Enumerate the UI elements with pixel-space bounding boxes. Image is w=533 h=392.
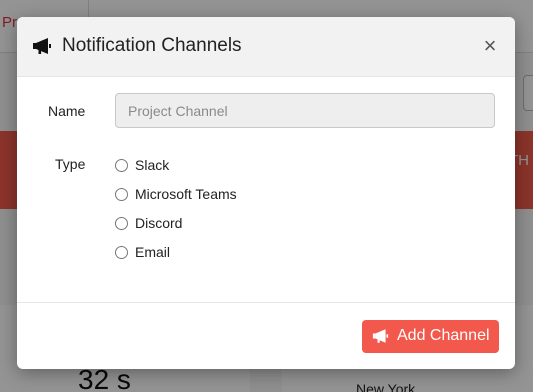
add-channel-button[interactable]: Add Channel bbox=[362, 320, 499, 353]
megaphone-icon bbox=[33, 38, 51, 54]
megaphone-icon bbox=[372, 329, 389, 343]
add-channel-label: Add Channel bbox=[397, 327, 490, 344]
radio-label-discord[interactable]: Discord bbox=[135, 215, 182, 231]
radio-label-email[interactable]: Email bbox=[135, 244, 170, 260]
radio-email[interactable] bbox=[115, 246, 128, 259]
radio-label-slack[interactable]: Slack bbox=[135, 157, 169, 173]
footer-divider bbox=[17, 302, 515, 303]
radio-slack[interactable] bbox=[115, 159, 128, 172]
modal-title: Notification Channels bbox=[62, 35, 242, 56]
radio-discord[interactable] bbox=[115, 217, 128, 230]
modal-header: Notification Channels × bbox=[17, 17, 515, 77]
name-label: Name bbox=[48, 103, 86, 119]
radio-label-microsoft-teams[interactable]: Microsoft Teams bbox=[135, 186, 237, 202]
channel-name-input[interactable] bbox=[115, 93, 495, 128]
type-label: Type bbox=[55, 156, 86, 172]
radio-microsoft-teams[interactable] bbox=[115, 188, 128, 201]
notification-channels-modal: Notification Channels × Name Type Slack … bbox=[17, 17, 515, 369]
close-icon[interactable]: × bbox=[479, 35, 501, 57]
